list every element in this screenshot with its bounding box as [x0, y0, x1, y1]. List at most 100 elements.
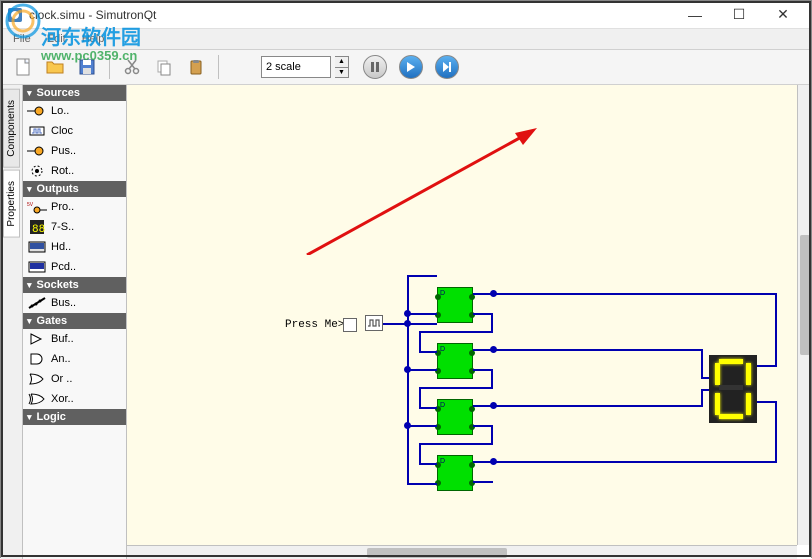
wire[interactable] — [701, 389, 703, 407]
copy-button[interactable] — [150, 53, 178, 81]
wire[interactable] — [419, 463, 437, 465]
or-icon — [27, 372, 47, 386]
cut-button[interactable] — [118, 53, 146, 81]
wire[interactable] — [491, 425, 493, 443]
vertical-scrollbar[interactable] — [797, 85, 811, 545]
wire[interactable] — [491, 313, 493, 331]
wire[interactable] — [407, 275, 409, 485]
left-tab-strip: Components Properties — [1, 85, 23, 559]
menu-edit[interactable]: Edit — [39, 31, 74, 47]
wire[interactable] — [473, 425, 493, 427]
category-logic[interactable]: Logic — [23, 409, 126, 425]
minimize-button[interactable]: — — [673, 1, 717, 29]
wire[interactable] — [419, 331, 421, 351]
component-pcd[interactable]: Pcd.. — [23, 257, 126, 277]
menubar: File Edit Help — [1, 29, 811, 49]
junction — [490, 402, 497, 409]
close-button[interactable]: ✕ — [761, 1, 805, 29]
separator — [109, 55, 110, 79]
flipflop-4[interactable]: D — [437, 455, 473, 491]
wire[interactable] — [407, 483, 437, 485]
push-icon — [27, 144, 47, 158]
component-rotary[interactable]: Rot.. — [23, 161, 126, 181]
wire[interactable] — [419, 407, 437, 409]
wire[interactable] — [473, 369, 493, 371]
tab-components[interactable]: Components — [3, 89, 20, 168]
category-sockets[interactable]: Sockets — [23, 277, 126, 293]
save-button[interactable] — [73, 53, 101, 81]
wire[interactable] — [757, 401, 777, 403]
scroll-thumb[interactable] — [367, 548, 507, 558]
wire[interactable] — [775, 401, 777, 463]
horizontal-scrollbar[interactable] — [127, 545, 797, 559]
7seg-icon: 88 — [27, 220, 47, 234]
wire[interactable] — [407, 275, 437, 277]
play-button[interactable] — [399, 55, 423, 79]
clock-icon — [27, 124, 47, 138]
junction — [490, 458, 497, 465]
new-file-button[interactable] — [9, 53, 37, 81]
scale-spinner[interactable]: ▲▼ — [335, 56, 349, 78]
component-buffer[interactable]: Buf.. — [23, 329, 126, 349]
component-hd[interactable]: Hd.. — [23, 237, 126, 257]
wire[interactable] — [419, 443, 493, 445]
wire[interactable] — [775, 293, 777, 365]
maximize-button[interactable]: ☐ — [717, 1, 761, 29]
wire[interactable] — [493, 349, 703, 351]
wire[interactable] — [493, 461, 777, 463]
wire[interactable] — [473, 481, 493, 483]
wire[interactable] — [419, 387, 493, 389]
junction — [490, 346, 497, 353]
flipflop-1[interactable]: D — [437, 287, 473, 323]
svg-text:5V: 5V — [27, 202, 34, 208]
push-button-component[interactable] — [343, 318, 357, 332]
schematic-canvas[interactable]: Press Me> D D D D — [127, 85, 797, 545]
component-xor[interactable]: Xor.. — [23, 389, 126, 409]
separator — [218, 55, 219, 79]
wire[interactable] — [493, 405, 703, 407]
category-outputs[interactable]: Outputs — [23, 181, 126, 197]
component-7seg[interactable]: 887-S.. — [23, 217, 126, 237]
component-or[interactable]: Or .. — [23, 369, 126, 389]
wire[interactable] — [419, 443, 421, 463]
component-clock[interactable]: Cloc — [23, 121, 126, 141]
wire[interactable] — [407, 425, 437, 427]
step-button[interactable] — [435, 55, 459, 79]
flipflop-3[interactable]: D — [437, 399, 473, 435]
junction — [404, 310, 411, 317]
wire[interactable] — [407, 369, 437, 371]
pcd-icon — [27, 260, 47, 274]
segment-b — [746, 363, 751, 385]
pulse-source-component[interactable] — [365, 315, 383, 331]
wire[interactable] — [493, 293, 777, 295]
scroll-thumb[interactable] — [800, 235, 810, 355]
wire[interactable] — [419, 331, 493, 333]
pause-button[interactable] — [363, 55, 387, 79]
spinner-down-icon[interactable]: ▼ — [335, 68, 348, 78]
seven-segment-display[interactable] — [709, 355, 757, 423]
menu-help[interactable]: Help — [74, 31, 113, 47]
category-sources[interactable]: Sources — [23, 85, 126, 101]
component-logic-source[interactable]: Lo.. — [23, 101, 126, 121]
component-bus[interactable]: Bus.. — [23, 293, 126, 313]
toolbar: ▲▼ — [1, 49, 811, 85]
wire[interactable] — [419, 351, 437, 353]
wire[interactable] — [701, 349, 703, 377]
wire[interactable] — [701, 377, 709, 379]
scale-input[interactable] — [261, 56, 331, 78]
wire[interactable] — [473, 313, 493, 315]
category-gates[interactable]: Gates — [23, 313, 126, 329]
flipflop-2[interactable]: D — [437, 343, 473, 379]
component-and[interactable]: An.. — [23, 349, 126, 369]
wire[interactable] — [701, 389, 709, 391]
wire[interactable] — [491, 369, 493, 387]
wire[interactable] — [419, 387, 421, 407]
open-folder-button[interactable] — [41, 53, 69, 81]
component-push[interactable]: Pus.. — [23, 141, 126, 161]
spinner-up-icon[interactable]: ▲ — [335, 57, 348, 68]
paste-button[interactable] — [182, 53, 210, 81]
wire[interactable] — [407, 313, 437, 315]
tab-properties[interactable]: Properties — [3, 170, 20, 238]
component-probe[interactable]: 5VPro.. — [23, 197, 126, 217]
wire[interactable] — [757, 365, 777, 367]
